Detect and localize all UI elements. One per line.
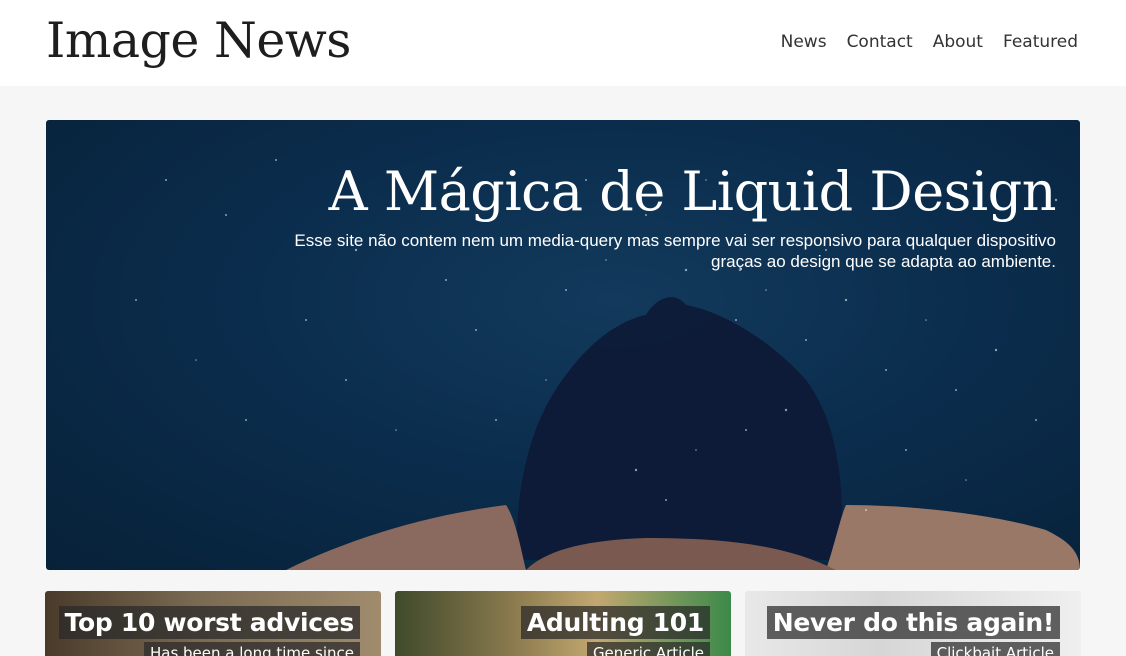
hero-subtitle: Esse site não contem nem um media-query …	[294, 231, 1056, 271]
hero-banner[interactable]: A Mágica de Liquid Design Esse site não …	[46, 120, 1080, 570]
article-card-adulting[interactable]: Adulting 101 Generic Article	[395, 591, 731, 656]
article-card-title: Adulting 101	[520, 606, 710, 639]
article-card-title: Never do this again!	[766, 606, 1060, 639]
article-card-subtitle: Has been a long time since	[143, 642, 360, 656]
nav-link-news[interactable]: News	[781, 32, 827, 52]
hero-title: A Mágica de Liquid Design	[328, 160, 1057, 223]
article-card-subtitle: Clickbait Article	[930, 642, 1060, 656]
site-header: Image News News Contact About Featured	[0, 0, 1126, 86]
article-card-never-again[interactable]: Never do this again! Clickbait Article	[745, 591, 1081, 656]
nav-link-featured[interactable]: Featured	[1003, 32, 1078, 52]
site-logo[interactable]: Image News	[46, 12, 351, 69]
nav-link-about[interactable]: About	[933, 32, 983, 52]
main-nav: News Contact About Featured	[781, 32, 1078, 52]
article-card-title: Top 10 worst advices	[58, 606, 360, 639]
nav-link-contact[interactable]: Contact	[847, 32, 913, 52]
article-card-subtitle: Generic Article	[586, 642, 710, 656]
article-card-worst-advices[interactable]: Top 10 worst advices Has been a long tim…	[45, 591, 381, 656]
